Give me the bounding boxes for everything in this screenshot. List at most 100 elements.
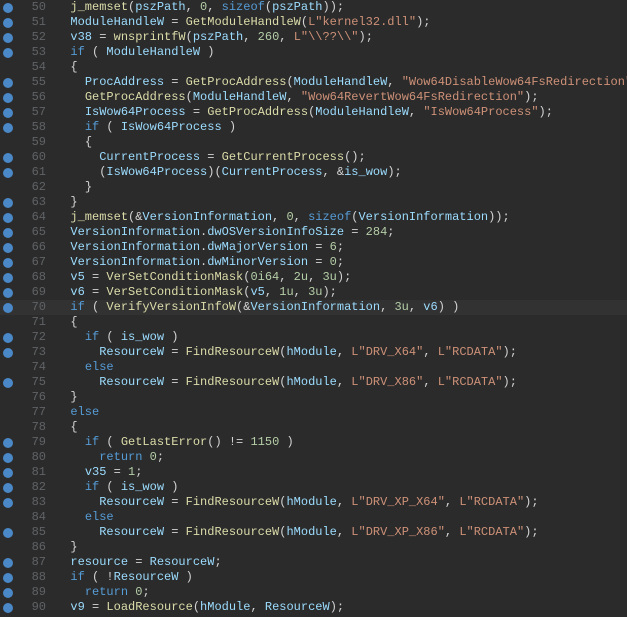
code-content[interactable]: if ( is_wow ) — [52, 330, 178, 345]
code-content[interactable]: else — [52, 405, 99, 420]
breakpoint-gutter[interactable] — [0, 123, 16, 133]
code-line[interactable]: 82 if ( is_wow ) — [0, 480, 627, 495]
breakpoint-gutter[interactable] — [0, 258, 16, 268]
breakpoint-icon[interactable] — [3, 558, 13, 568]
breakpoint-gutter[interactable] — [0, 33, 16, 43]
code-line[interactable]: 83 ResourceW = FindResourceW(hModule, L"… — [0, 495, 627, 510]
code-line[interactable]: 58 if ( IsWow64Process ) — [0, 120, 627, 135]
code-content[interactable]: } — [52, 540, 78, 555]
code-line[interactable]: 54 { — [0, 60, 627, 75]
code-content[interactable]: else — [52, 360, 114, 375]
code-line[interactable]: 87 resource = ResourceW; — [0, 555, 627, 570]
code-content[interactable]: GetProcAddress(ModuleHandleW, "Wow64Reve… — [52, 90, 539, 105]
code-content[interactable]: v38 = wnsprintfW(pszPath, 260, L"\\??\\"… — [52, 30, 373, 45]
code-line[interactable]: 88 if ( !ResourceW ) — [0, 570, 627, 585]
breakpoint-gutter[interactable] — [0, 438, 16, 448]
code-content[interactable]: VersionInformation.dwMajorVersion = 6; — [52, 240, 344, 255]
breakpoint-icon[interactable] — [3, 93, 13, 103]
code-content[interactable]: return 0; — [52, 450, 164, 465]
code-content[interactable]: if ( IsWow64Process ) — [52, 120, 236, 135]
code-content[interactable]: v6 = VerSetConditionMask(v5, 1u, 3u); — [52, 285, 337, 300]
breakpoint-icon[interactable] — [3, 213, 13, 223]
code-content[interactable]: } — [52, 195, 78, 210]
code-content[interactable]: VersionInformation.dwMinorVersion = 0; — [52, 255, 344, 270]
breakpoint-icon[interactable] — [3, 3, 13, 13]
breakpoint-icon[interactable] — [3, 573, 13, 583]
code-line[interactable]: 66 VersionInformation.dwMajorVersion = 6… — [0, 240, 627, 255]
code-line[interactable]: 85 ResourceW = FindResourceW(hModule, L"… — [0, 525, 627, 540]
breakpoint-gutter[interactable] — [0, 573, 16, 583]
breakpoint-icon[interactable] — [3, 498, 13, 508]
code-content[interactable]: { — [52, 315, 78, 330]
breakpoint-icon[interactable] — [3, 258, 13, 268]
breakpoint-icon[interactable] — [3, 273, 13, 283]
code-line[interactable]: 55 ProcAddress = GetProcAddress(ModuleHa… — [0, 75, 627, 90]
breakpoint-gutter[interactable] — [0, 213, 16, 223]
code-content[interactable]: } — [52, 180, 92, 195]
code-line[interactable]: 81 v35 = 1; — [0, 465, 627, 480]
breakpoint-gutter[interactable] — [0, 243, 16, 253]
breakpoint-gutter[interactable] — [0, 78, 16, 88]
code-line[interactable]: 57 IsWow64Process = GetProcAddress(Modul… — [0, 105, 627, 120]
breakpoint-icon[interactable] — [3, 453, 13, 463]
breakpoint-icon[interactable] — [3, 153, 13, 163]
breakpoint-gutter[interactable] — [0, 588, 16, 598]
breakpoint-icon[interactable] — [3, 18, 13, 28]
breakpoint-icon[interactable] — [3, 438, 13, 448]
code-content[interactable]: ResourceW = FindResourceW(hModule, L"DRV… — [52, 495, 539, 510]
breakpoint-icon[interactable] — [3, 108, 13, 118]
code-content[interactable]: CurrentProcess = GetCurrentProcess(); — [52, 150, 366, 165]
code-content[interactable]: VersionInformation.dwOSVersionInfoSize =… — [52, 225, 394, 240]
breakpoint-icon[interactable] — [3, 333, 13, 343]
breakpoint-gutter[interactable] — [0, 3, 16, 13]
code-content[interactable]: ResourceW = FindResourceW(hModule, L"DRV… — [52, 345, 517, 360]
code-line[interactable]: 59 { — [0, 135, 627, 150]
code-content[interactable]: j_memset(&VersionInformation, 0, sizeof(… — [52, 210, 510, 225]
code-content[interactable]: IsWow64Process = GetProcAddress(ModuleHa… — [52, 105, 553, 120]
code-content[interactable]: ModuleHandleW = GetModuleHandleW(L"kerne… — [52, 15, 431, 30]
code-line[interactable]: 75 ResourceW = FindResourceW(hModule, L"… — [0, 375, 627, 390]
code-content[interactable]: v5 = VerSetConditionMask(0i64, 2u, 3u); — [52, 270, 351, 285]
code-line[interactable]: 72 if ( is_wow ) — [0, 330, 627, 345]
breakpoint-gutter[interactable] — [0, 303, 16, 313]
breakpoint-gutter[interactable] — [0, 168, 16, 178]
code-content[interactable]: v9 = LoadResource(hModule, ResourceW); — [52, 600, 344, 615]
breakpoint-gutter[interactable] — [0, 498, 16, 508]
breakpoint-gutter[interactable] — [0, 18, 16, 28]
code-content[interactable]: if ( VerifyVersionInfoW(&VersionInformat… — [52, 300, 459, 315]
breakpoint-icon[interactable] — [3, 168, 13, 178]
code-line[interactable]: 65 VersionInformation.dwOSVersionInfoSiz… — [0, 225, 627, 240]
breakpoint-gutter[interactable] — [0, 468, 16, 478]
breakpoint-gutter[interactable] — [0, 288, 16, 298]
code-content[interactable]: if ( !ResourceW ) — [52, 570, 193, 585]
code-line[interactable]: 77 else — [0, 405, 627, 420]
breakpoint-gutter[interactable] — [0, 153, 16, 163]
breakpoint-gutter[interactable] — [0, 558, 16, 568]
code-content[interactable]: ProcAddress = GetProcAddress(ModuleHandl… — [52, 75, 627, 90]
breakpoint-icon[interactable] — [3, 528, 13, 538]
code-line[interactable]: 52 v38 = wnsprintfW(pszPath, 260, L"\\??… — [0, 30, 627, 45]
breakpoint-gutter[interactable] — [0, 378, 16, 388]
code-content[interactable]: if ( GetLastError() != 1150 ) — [52, 435, 294, 450]
breakpoint-icon[interactable] — [3, 33, 13, 43]
code-line[interactable]: 63 } — [0, 195, 627, 210]
breakpoint-gutter[interactable] — [0, 273, 16, 283]
code-line[interactable]: 56 GetProcAddress(ModuleHandleW, "Wow64R… — [0, 90, 627, 105]
breakpoint-gutter[interactable] — [0, 348, 16, 358]
code-content[interactable]: { — [52, 60, 78, 75]
breakpoint-icon[interactable] — [3, 228, 13, 238]
code-content[interactable]: v35 = 1; — [52, 465, 142, 480]
code-line[interactable]: 62 } — [0, 180, 627, 195]
breakpoint-gutter[interactable] — [0, 603, 16, 613]
code-content[interactable]: ResourceW = FindResourceW(hModule, L"DRV… — [52, 525, 539, 540]
code-content[interactable]: resource = ResourceW; — [52, 555, 222, 570]
code-line[interactable]: 79 if ( GetLastError() != 1150 ) — [0, 435, 627, 450]
breakpoint-gutter[interactable] — [0, 453, 16, 463]
code-line[interactable]: 60 CurrentProcess = GetCurrentProcess(); — [0, 150, 627, 165]
code-line[interactable]: 70 if ( VerifyVersionInfoW(&VersionInfor… — [0, 300, 627, 315]
breakpoint-icon[interactable] — [3, 288, 13, 298]
code-line[interactable]: 84 else — [0, 510, 627, 525]
breakpoint-icon[interactable] — [3, 378, 13, 388]
code-content[interactable]: (IsWow64Process)(CurrentProcess, &is_wow… — [52, 165, 402, 180]
breakpoint-icon[interactable] — [3, 468, 13, 478]
